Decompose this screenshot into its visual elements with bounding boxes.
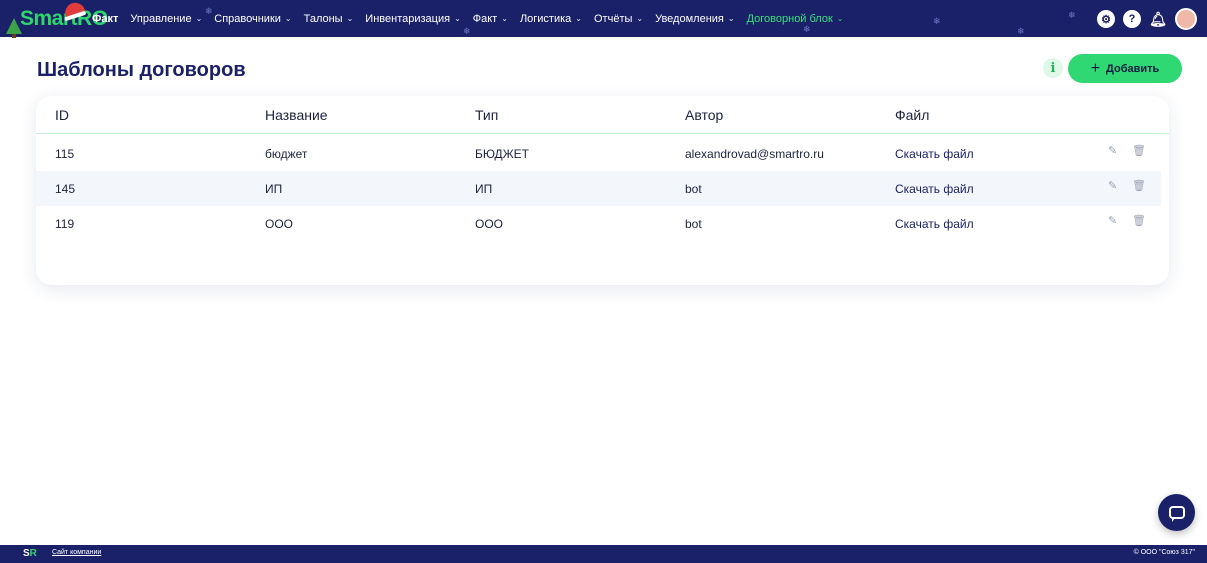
- footer-logo: SR: [23, 548, 37, 559]
- add-button-label: Добавить: [1106, 62, 1160, 75]
- cell-id: 145: [55, 182, 76, 196]
- trash-icon[interactable]: 🗑︎: [1132, 144, 1146, 157]
- chevron-down-icon: ⌄: [501, 14, 508, 23]
- nav-item-management[interactable]: Управление ⌄: [124, 13, 208, 25]
- cell-id: 119: [55, 217, 75, 231]
- cell-name: бюджет: [265, 147, 308, 161]
- snowflake-icon: ❄: [1068, 10, 1076, 20]
- column-header-id[interactable]: ID: [55, 107, 69, 123]
- snowflake-icon: ❄: [463, 26, 471, 36]
- cell-id: 115: [55, 147, 75, 161]
- cell-type: ООО: [475, 217, 504, 231]
- snowflake-icon: ❄: [205, 6, 213, 16]
- snowflake-icon: ❄: [803, 24, 811, 34]
- user-tools: ⚙ ? 🔔︎: [1097, 8, 1197, 30]
- chevron-down-icon: ⌄: [284, 14, 292, 23]
- table-row: 145 ИП ИП bot Скачать файл ✎ 🗑︎: [36, 171, 1161, 206]
- column-header-name[interactable]: Название: [265, 107, 328, 123]
- chevron-down-icon: ⌄: [346, 14, 354, 23]
- edit-icon[interactable]: ✎: [1108, 179, 1117, 192]
- edit-icon[interactable]: ✎: [1108, 144, 1117, 157]
- nav-item-notifications[interactable]: Уведомления ⌄: [649, 13, 740, 25]
- chevron-down-icon: ⌄: [575, 14, 582, 23]
- cell-name: ИП: [265, 182, 283, 196]
- santa-hat-icon: [62, 0, 86, 18]
- contract-templates-table: ID Название Тип Автор Файл 115 бюджет БЮ…: [36, 96, 1169, 285]
- chat-bubble-icon: [1168, 506, 1185, 522]
- cell-type: БЮДЖЕТ: [475, 147, 530, 161]
- download-file-link[interactable]: Скачать файл: [895, 217, 974, 231]
- column-header-author[interactable]: Автор: [685, 107, 723, 123]
- snowflake-icon: ❄: [1017, 26, 1025, 36]
- nav-item-fact-main[interactable]: Факт: [86, 13, 124, 25]
- nav-item-coupons[interactable]: Талоны ⌄: [298, 13, 360, 25]
- footer: SR Сайт компании © ООО "Союз 317": [0, 545, 1207, 563]
- chevron-down-icon: ⌄: [727, 14, 735, 23]
- column-header-file[interactable]: Файл: [895, 107, 929, 123]
- page-title: Шаблоны договоров: [37, 59, 246, 81]
- copyright-text: © ООО "Союз 317": [1133, 549, 1195, 556]
- settings-icon[interactable]: ⚙: [1097, 10, 1115, 28]
- cell-name: ООО: [265, 217, 294, 231]
- nav-item-reports[interactable]: Отчёты ⌄: [588, 13, 649, 25]
- nav-item-logistics[interactable]: Логистика ⌄: [514, 13, 588, 25]
- snowflake-icon: ❄: [933, 16, 941, 26]
- chevron-down-icon: ⌄: [195, 14, 203, 23]
- cell-author: bot: [685, 182, 702, 196]
- plus-icon: +: [1090, 59, 1101, 77]
- nav-item-inventory[interactable]: Инвентаризация ⌄: [359, 13, 466, 25]
- nav-item-directories[interactable]: Справочники ⌄: [208, 13, 297, 25]
- edit-icon[interactable]: ✎: [1108, 214, 1117, 227]
- company-site-link[interactable]: Сайт компании: [52, 549, 101, 556]
- nav-item-fact[interactable]: Факт ⌄: [467, 13, 514, 25]
- bell-icon[interactable]: 🔔︎: [1149, 10, 1167, 28]
- trash-icon[interactable]: 🗑︎: [1132, 179, 1146, 192]
- nav-item-contract-block[interactable]: Договорной блок ⌄: [741, 13, 850, 25]
- chevron-down-icon: ⌄: [636, 14, 644, 23]
- add-button[interactable]: + Добавить: [1068, 54, 1182, 83]
- top-navbar: SmartRO Факт Управление ⌄ Справочники ⌄ Та…: [0, 0, 1207, 38]
- cell-author: bot: [685, 217, 702, 231]
- table-row: 119 ООО ООО bot Скачать файл ✎ 🗑︎: [36, 206, 1161, 241]
- cell-type: ИП: [475, 182, 493, 196]
- download-file-link[interactable]: Скачать файл: [895, 147, 974, 161]
- chevron-down-icon: ⌄: [836, 14, 844, 23]
- help-icon[interactable]: ?: [1123, 10, 1141, 28]
- chat-button[interactable]: [1158, 494, 1195, 531]
- user-avatar[interactable]: [1175, 8, 1197, 30]
- trash-icon[interactable]: 🗑︎: [1132, 214, 1146, 227]
- chevron-down-icon: ⌄: [454, 14, 461, 23]
- download-file-link[interactable]: Скачать файл: [895, 182, 974, 196]
- column-header-type[interactable]: Тип: [475, 107, 498, 123]
- table-row: 115 бюджет БЮДЖЕТ alexandrovad@smartro.r…: [36, 136, 1161, 171]
- info-button[interactable]: i: [1043, 58, 1063, 78]
- cell-author: alexandrovad@smartro.ru: [685, 147, 824, 161]
- table-header: ID Название Тип Автор Файл: [36, 96, 1169, 134]
